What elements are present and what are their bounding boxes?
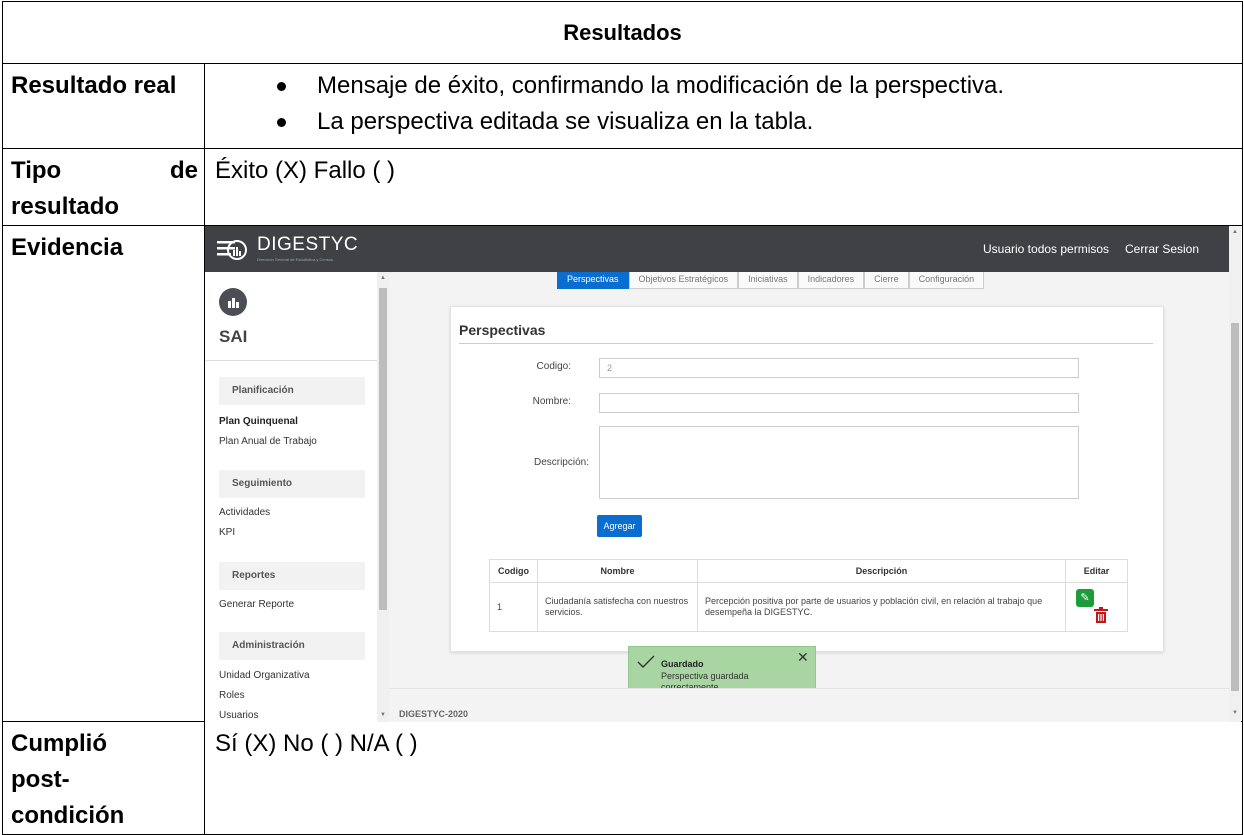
divider [205, 360, 377, 361]
scroll-down-icon[interactable]: ▼ [379, 712, 387, 718]
toast-title: Guardado [661, 659, 704, 669]
table-row: 1 Ciudadanía satisfecha con nuestros ser… [489, 582, 1128, 632]
evidence-screenshot-cell: DIGESTYC Dirección General de Estadístic… [204, 225, 1243, 722]
label-word: condición [11, 802, 125, 829]
sidebar-item-plan-quinquenal[interactable]: Plan Quinquenal [219, 416, 298, 427]
sidebar: SAI Planificación Plan Quinquenal Plan A… [205, 272, 377, 722]
column-header: Codigo [489, 559, 538, 583]
column-header: Descripción [697, 559, 1066, 583]
descripcion-textarea[interactable] [599, 426, 1079, 499]
footer-text: DIGESTYC-2020 [399, 709, 469, 719]
column-header: Editar [1065, 559, 1128, 583]
sidebar-section-administracion: Administración [219, 632, 365, 660]
scroll-up-icon[interactable]: ▲ [379, 275, 387, 281]
label-cumplio-postcondicion: Cumplió post- condición [2, 721, 205, 835]
cell-actions: ✎ [1065, 582, 1128, 632]
brand-subtitle: Dirección General de Estadística y Censo… [257, 257, 334, 262]
list-item: Mensaje de éxito, confirmando la modific… [277, 68, 1234, 104]
label-word: post- [11, 766, 70, 793]
scrollbar-thumb[interactable] [379, 288, 387, 610]
result-bullet-list: Mensaje de éxito, confirmando la modific… [215, 68, 1234, 140]
value-cumplio-postcondicion: Sí (X) No ( ) N/A ( ) [204, 721, 1243, 835]
scrollbar-thumb[interactable] [1231, 323, 1239, 691]
label-word: resultado [11, 193, 120, 220]
tab-objetivos[interactable]: Objetivos Estratégicos [628, 272, 739, 289]
tab-iniciativas[interactable]: Iniciativas [738, 272, 798, 289]
label-word: Cumplió [11, 730, 107, 757]
footer: DIGESTYC-2020 [389, 688, 1229, 722]
perspectivas-table: Codigo Nombre Descripción Editar 1 Ciuda… [489, 559, 1128, 632]
sidebar-item-plan-anual[interactable]: Plan Anual de Trabajo [219, 436, 317, 447]
delete-icon[interactable] [1094, 607, 1108, 623]
agregar-button[interactable]: Agregar [597, 515, 642, 537]
sidebar-item-unidad-organizativa[interactable]: Unidad Organizativa [219, 670, 310, 681]
tab-cierre[interactable]: Cierre [864, 272, 909, 289]
nombre-input[interactable] [599, 393, 1079, 413]
value-tipo-resultado: Éxito (X) Fallo ( ) [204, 148, 1243, 226]
cell-descripcion: Percepción positiva por parte de usuario… [697, 582, 1066, 632]
table-header-row: Codigo Nombre Descripción Editar [489, 559, 1128, 583]
digestyc-logo-icon [217, 240, 247, 260]
sidebar-item-kpi[interactable]: KPI [219, 527, 235, 538]
sidebar-section-planificacion: Planificación [219, 377, 365, 405]
sidebar-item-generar-reporte[interactable]: Generar Reporte [219, 599, 294, 610]
list-item: La perspectiva editada se visualiza en l… [277, 104, 1234, 140]
value-resultado-real: Mensaje de éxito, confirmando la modific… [204, 63, 1243, 149]
sidebar-section-reportes: Reportes [219, 562, 365, 590]
app-logo-icon [219, 288, 247, 316]
nombre-label: Nombre: [532, 396, 571, 407]
tab-perspectivas[interactable]: Perspectivas [557, 272, 629, 289]
tab-indicadores[interactable]: Indicadores [797, 272, 865, 289]
label-resultado-real: Resultado real [2, 63, 205, 149]
codigo-label: Codigo: [536, 361, 571, 372]
label-word: Tipo [11, 157, 62, 184]
check-icon [637, 655, 655, 668]
evidence-screenshot: DIGESTYC Dirección General de Estadístic… [205, 226, 1241, 722]
descripcion-label: Descripción: [533, 457, 589, 468]
label-word: de [169, 157, 198, 184]
brand-name: DIGESTYC [257, 234, 359, 255]
scroll-up-icon[interactable]: ▲ [1231, 229, 1239, 235]
scroll-down-icon[interactable]: ▼ [1231, 710, 1239, 716]
column-header: Nombre [537, 559, 698, 583]
page-scrollbar[interactable]: ▲ ▼ [1229, 226, 1241, 722]
codigo-input[interactable]: 2 [599, 358, 1079, 378]
top-navbar: DIGESTYC Dirección General de Estadístic… [205, 226, 1241, 272]
table-header: Resultados [2, 1, 1243, 64]
results-table: Resultados Resultado real Mensaje de éxi… [2, 1, 1243, 835]
tab-bar: Perspectivas Objetivos Estratégicos Inic… [557, 272, 985, 289]
edit-icon[interactable]: ✎ [1076, 589, 1094, 607]
divider [459, 343, 1153, 344]
user-menu[interactable]: Usuario todos permisos [983, 242, 1109, 256]
logout-link[interactable]: Cerrar Sesion [1125, 242, 1199, 256]
sidebar-scrollbar[interactable]: ▲ ▼ [377, 272, 389, 722]
sidebar-item-actividades[interactable]: Actividades [219, 507, 270, 518]
sidebar-item-usuarios[interactable]: Usuarios [219, 710, 258, 721]
cell-nombre: Ciudadanía satisfecha con nuestros servi… [537, 582, 698, 632]
card-title: Perspectivas [459, 322, 546, 338]
close-icon[interactable]: ✕ [797, 649, 809, 666]
sidebar-item-roles[interactable]: Roles [219, 690, 245, 701]
app-title: SAI [219, 327, 248, 346]
document-page: Resultados Resultado real Mensaje de éxi… [0, 0, 1244, 835]
tab-configuracion[interactable]: Configuración [908, 272, 985, 289]
sidebar-section-seguimiento: Seguimiento [219, 470, 365, 498]
cell-codigo: 1 [489, 582, 538, 632]
label-evidencia: Evidencia [2, 225, 205, 722]
perspectivas-card: Perspectivas Codigo: 2 Nombre: Descripci… [450, 306, 1164, 652]
label-tipo-resultado: Tipo de resultado [2, 148, 205, 226]
